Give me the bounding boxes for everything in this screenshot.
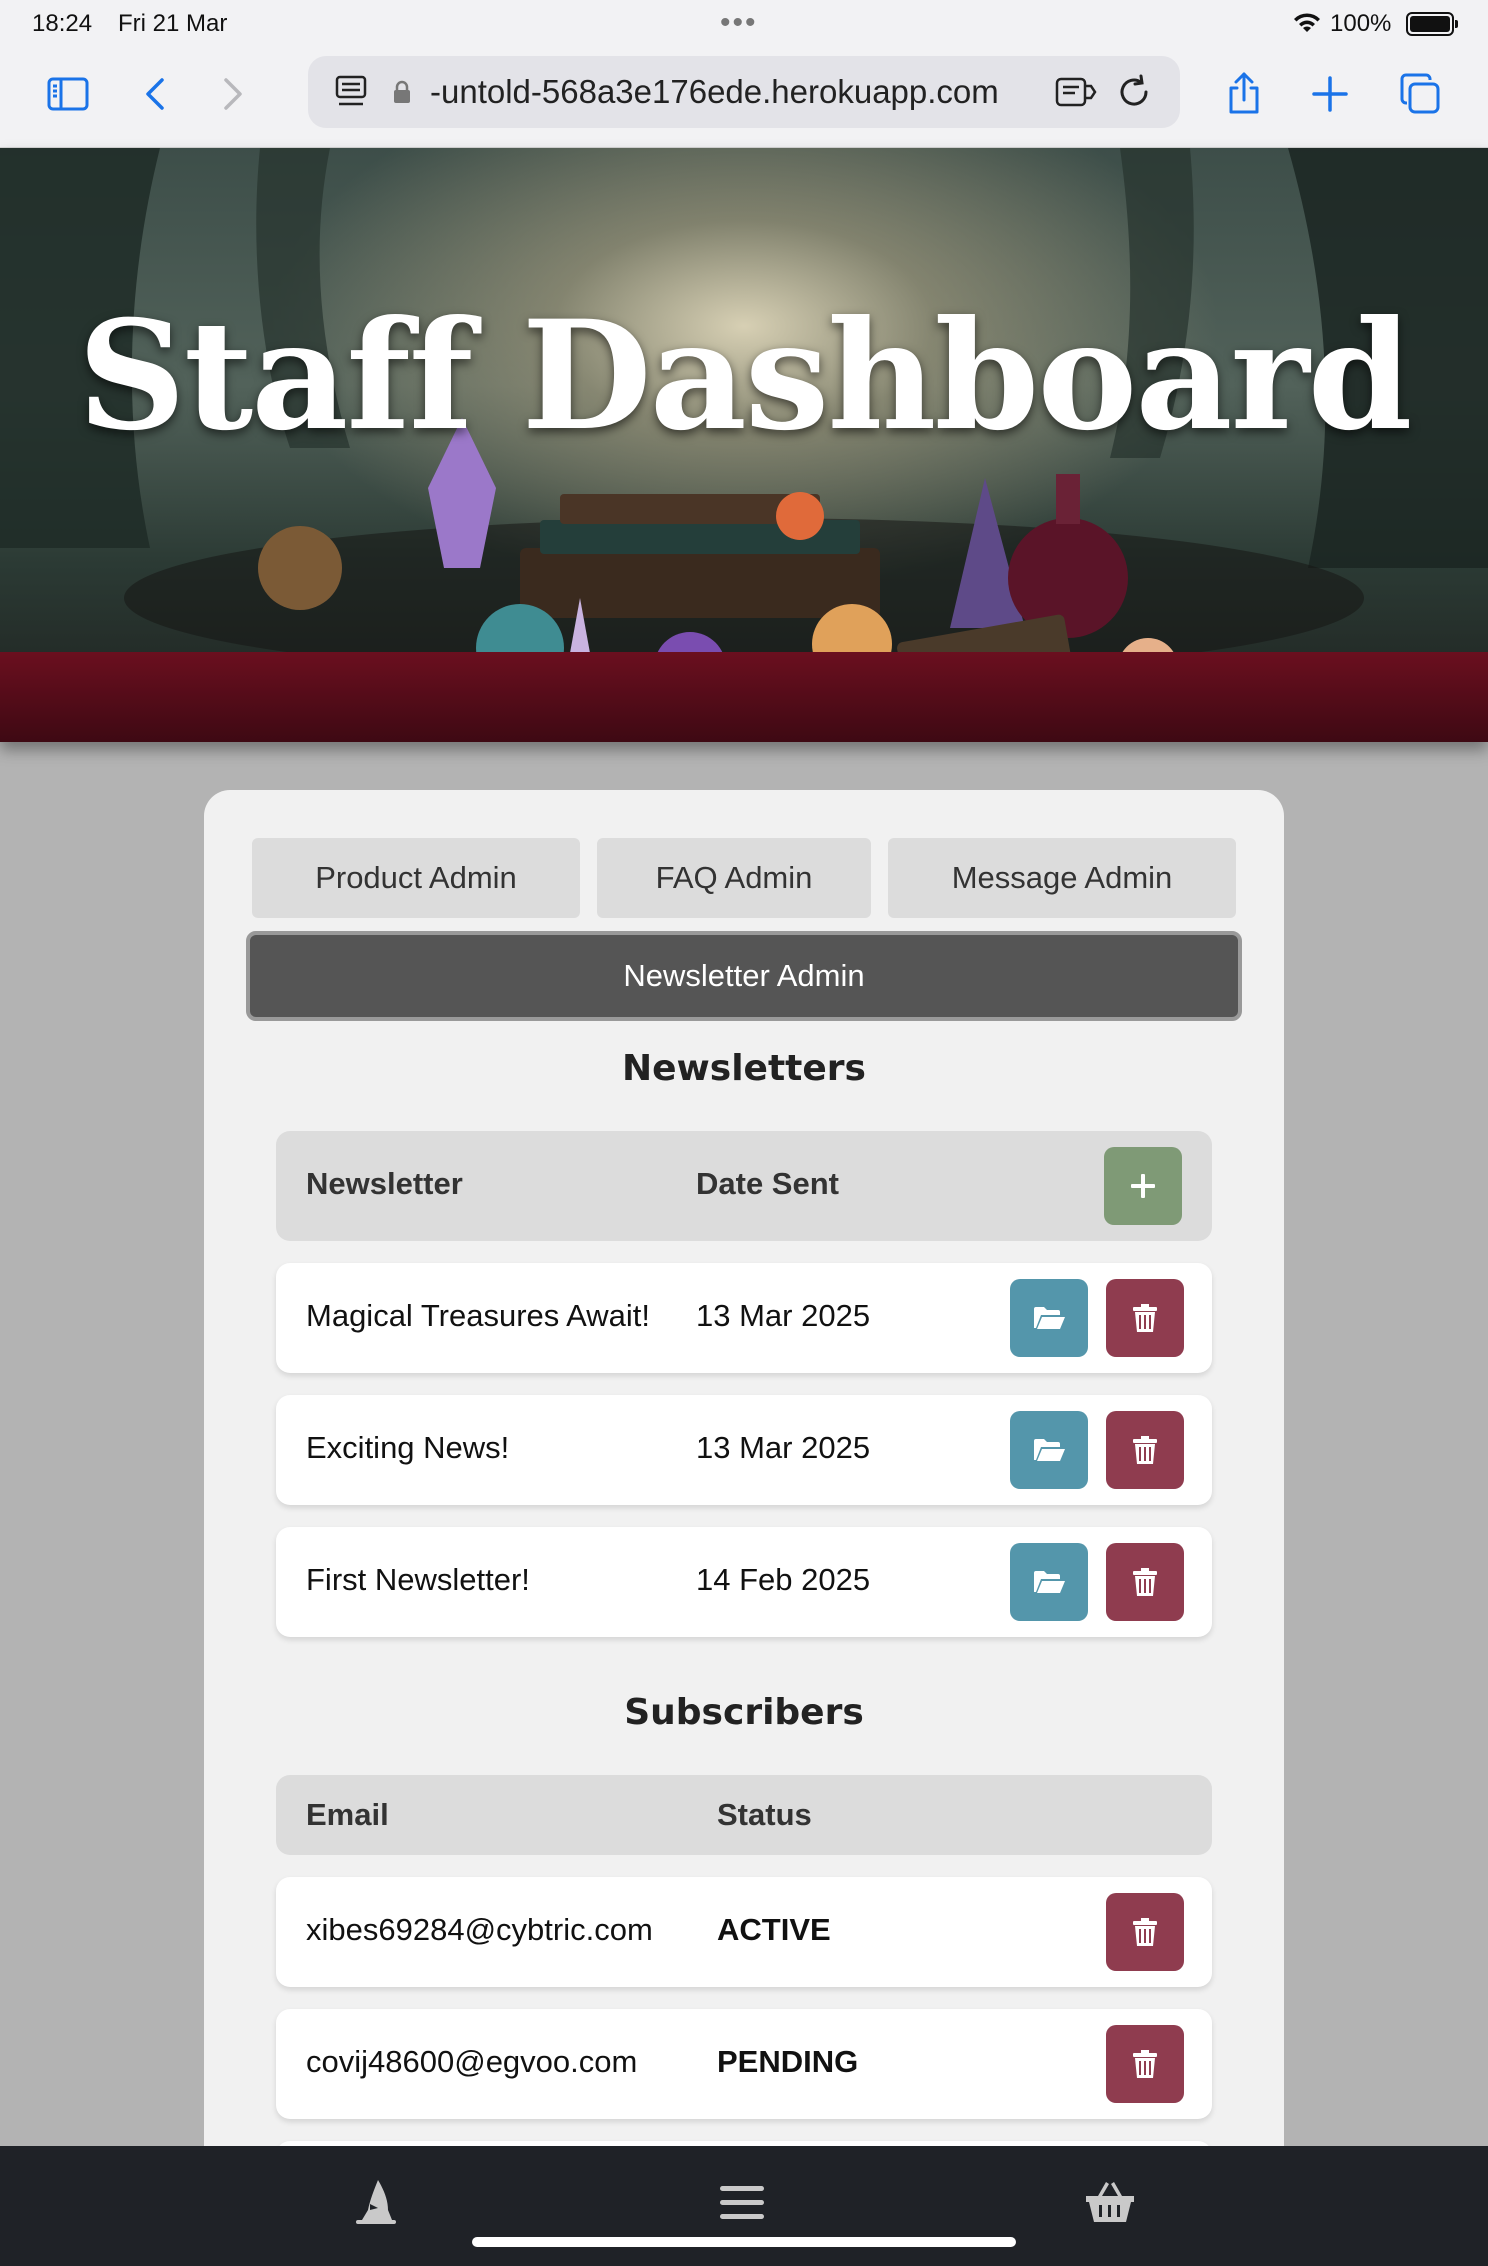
battery-percent: 100% [1330,10,1392,37]
site-settings-icon[interactable] [334,74,368,110]
subscribers-heading: Subscribers [624,1692,864,1733]
url-text: -untold-568a3e176ede.herokuapp.com [430,73,999,110]
newsletters-heading: Newsletters [621,1048,866,1089]
bottom-nav [0,2146,1488,2266]
back-icon[interactable] [128,68,184,120]
tab-product-admin[interactable]: Product Admin [252,838,580,918]
open-newsletter-button[interactable] [1010,1279,1088,1357]
newsletter-date: 13 Mar 2025 [696,1298,871,1333]
column-date-sent: Date Sent [696,1166,839,1201]
newsletter-row: Exciting News! 13 Mar 2025 [276,1395,1212,1505]
dashboard-panel: Product Admin FAQ Admin Message Admin Ne… [204,790,1284,2266]
forward-icon[interactable] [204,68,260,120]
new-tab-icon[interactable] [1302,68,1358,120]
open-newsletter-button[interactable] [1010,1543,1088,1621]
status-bar: 18:24 Fri 21 Mar ••• 100% [0,0,1488,48]
reader-icon[interactable] [1054,74,1098,110]
status-time: 18:24 [32,10,93,37]
battery-icon [1406,12,1458,36]
tab-faq-admin[interactable]: FAQ Admin [597,838,871,918]
tab-message-admin[interactable]: Message Admin [888,838,1236,918]
tabs-icon[interactable] [1392,68,1448,120]
newsletter-name: Exciting News! [306,1430,510,1465]
basket-icon[interactable] [1082,2174,1138,2230]
newsletter-row: First Newsletter! 14 Feb 2025 [276,1527,1212,1637]
trash-icon [1133,1568,1157,1596]
subscriber-email: covij48600@egvoo.com [306,2044,638,2079]
address-bar[interactable]: -untold-568a3e176ede.herokuapp.com [308,56,1180,128]
trash-icon [1133,1918,1157,1946]
delete-newsletter-button[interactable] [1106,1543,1184,1621]
delete-subscriber-button[interactable] [1106,1893,1184,1971]
trash-icon [1133,1304,1157,1332]
wifi-icon [1292,10,1322,41]
column-email: Email [306,1797,389,1832]
delete-newsletter-button[interactable] [1106,1279,1184,1357]
newsletters-table-header: Newsletter Date Sent [276,1131,1212,1241]
add-newsletter-button[interactable] [1104,1147,1182,1225]
folder-open-icon [1034,1571,1065,1593]
subscriber-status: PENDING [717,2044,859,2079]
subscriber-email: xibes69284@cybtric.com [306,1912,653,1947]
reload-icon[interactable] [1114,72,1154,112]
delete-subscriber-button[interactable] [1106,2025,1184,2103]
newsletter-date: 13 Mar 2025 [696,1430,871,1465]
subscriber-row: covij48600@egvoo.com PENDING [276,2009,1212,2119]
column-status: Status [717,1797,812,1832]
subscriber-status: ACTIVE [717,1912,831,1947]
home-indicator[interactable] [472,2237,1016,2247]
plus-icon [1131,1174,1155,1198]
subscribers-table-header: Email Status [276,1775,1212,1855]
sidebar-icon[interactable] [40,68,96,120]
folder-open-icon [1034,1439,1065,1461]
subscriber-row: xibes69284@cybtric.com ACTIVE [276,1877,1212,1987]
trash-icon [1133,1436,1157,1464]
column-newsletter: Newsletter [306,1166,463,1201]
delete-newsletter-button[interactable] [1106,1411,1184,1489]
lock-icon [394,80,410,103]
tab-newsletter-admin[interactable]: Newsletter Admin [246,931,1242,1021]
menu-icon[interactable] [714,2174,770,2230]
hero-banner: Staff Dashboard [0,148,1488,742]
wizard-hat-icon[interactable] [348,2174,404,2230]
browser-toolbar: -untold-568a3e176ede.herokuapp.com [0,48,1488,148]
folder-open-icon [1034,1307,1065,1329]
multitask-dots-icon[interactable]: ••• [720,6,758,40]
status-date: Fri 21 Mar [118,10,228,37]
newsletter-row: Magical Treasures Await! 13 Mar 2025 [276,1263,1212,1373]
trash-icon [1133,2050,1157,2078]
newsletter-name: Magical Treasures Await! [306,1298,651,1333]
newsletter-name: First Newsletter! [306,1562,530,1597]
newsletter-date: 14 Feb 2025 [696,1562,871,1597]
open-newsletter-button[interactable] [1010,1411,1088,1489]
page-title: Staff Dashboard [77,288,1413,464]
share-icon[interactable] [1216,68,1272,120]
hero-table [0,652,1488,742]
